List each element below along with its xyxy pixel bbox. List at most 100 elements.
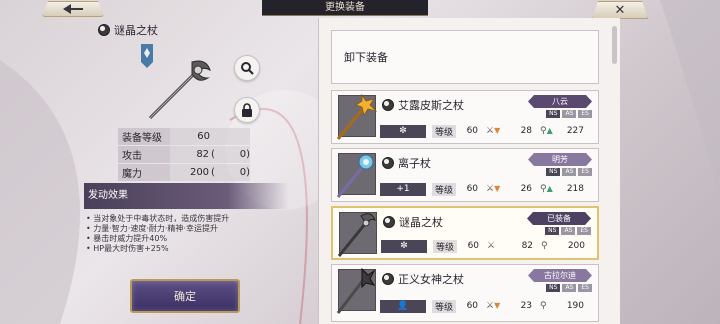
trend-up-icon: ▲ (546, 126, 553, 135)
nasles-indicators: NS AS ES (545, 227, 591, 235)
level-label: 等级 (432, 182, 457, 196)
effect-line: • 力量·智力·速度·耐力·精神·幸运提升 (86, 224, 218, 233)
slot-indicator: +1 (380, 182, 426, 196)
confirm-button[interactable]: 确定 (130, 279, 240, 313)
ns-indicator: NS (546, 110, 561, 118)
nasles-indicators: NS AS ES (546, 110, 592, 118)
stat-row-magic: 魔力 200 ( 0) (118, 164, 250, 181)
level-label: 等级 (432, 124, 457, 138)
level-label: 等级 (432, 299, 457, 313)
item-name-row: 离子杖 (382, 155, 431, 171)
es-indicator: ES (578, 110, 592, 118)
attack-icon: ⚔▼ (486, 126, 501, 136)
attack-icon: ⚔▼ (486, 184, 501, 194)
magnifier-icon (241, 62, 254, 75)
back-button[interactable] (42, 1, 104, 17)
zoom-button[interactable] (234, 55, 260, 81)
attack-value: 28 (520, 126, 533, 136)
magic-value: 218 (566, 184, 585, 194)
item-name: 谜晶之杖 (399, 216, 443, 229)
weapon-type-icon (98, 24, 110, 36)
close-button[interactable]: ✕ (592, 1, 648, 19)
item-stats-row: +1 等级 60 ⚔▼ 26 ⚲▲ 218 (380, 182, 592, 196)
stat-paren: ( (211, 167, 215, 178)
equipment-card[interactable]: 离子杖 明芳 NS AS ES +1 等级 60 ⚔▼ 26 ⚲▲ 218 (331, 148, 599, 202)
attack-icon: ⚔▼ (486, 301, 501, 311)
stat-label: 装备等级 (118, 128, 170, 145)
magic-icon: ⚲ (541, 241, 548, 251)
weapon-type-icon (382, 273, 394, 285)
equipped-badge: 已装备 (527, 212, 591, 225)
item-name: 正义女神之杖 (398, 273, 464, 286)
effect-line: • 暴击时威力提升40% (86, 234, 168, 243)
magic-value: 227 (566, 126, 585, 136)
stat-label: 攻击 (118, 146, 170, 163)
as-indicator: AS (562, 168, 577, 176)
ns-indicator: NS (546, 168, 561, 176)
item-stats-row: ✼ 等级 60 ⚔ 82 ⚲ 200 (381, 239, 591, 253)
attack-value: 26 (520, 184, 533, 194)
list-scrollbar[interactable] (612, 26, 617, 64)
attack-value: 82 (521, 241, 534, 251)
es-indicator: ES (578, 168, 592, 176)
stat-row-attack: 攻击 82 ( 0) (118, 146, 250, 163)
trend-down-icon: ▼ (494, 184, 501, 193)
as-indicator: AS (562, 284, 577, 292)
item-name: 艾露皮斯之杖 (398, 99, 464, 112)
staff-gold-icon (336, 93, 378, 140)
unequip-button[interactable]: 卸下装备 (331, 30, 599, 84)
level-value: 60 (466, 184, 479, 194)
magic-icon: ⚲▲ (540, 184, 553, 194)
stat-value: 60 (197, 131, 210, 142)
item-name-row: 正义女神之杖 (382, 271, 464, 287)
slot-indicator: ✼ (380, 124, 426, 138)
effect-line: • HP最大时伤害+25% (86, 244, 169, 253)
ns-indicator: NS (545, 227, 560, 235)
weapon-image (148, 60, 211, 120)
lock-icon (242, 103, 252, 117)
attack-icon: ⚔ (487, 241, 496, 251)
as-indicator: AS (561, 227, 576, 235)
stat-bonus: 0) (239, 149, 250, 160)
equipment-card-equipped[interactable]: 谜晶之杖 已装备 NS AS ES ✼ 等级 60 ⚔ 82 ⚲ 200 (331, 206, 599, 260)
stat-label: 魔力 (118, 164, 170, 181)
trend-down-icon: ▼ (494, 301, 501, 310)
weapon-type-icon (382, 157, 394, 169)
slot-indicator: 👤 (380, 299, 426, 313)
page-title: 更换装备 (262, 0, 428, 16)
magic-value: 190 (566, 301, 585, 311)
item-name-row: 艾露皮斯之杖 (382, 97, 464, 113)
effect-line: • 当对象处于中毒状态时，造成伤害提升 (86, 214, 230, 223)
level-label: 等级 (433, 239, 458, 253)
stat-bonus: 0) (239, 167, 250, 178)
equipment-card[interactable]: 正义女神之杖 古拉尔迪 NS AS ES 👤 等级 60 ⚔▼ 23 ⚲ 190 (331, 264, 599, 322)
es-indicator: ES (578, 284, 592, 292)
close-icon: ✕ (614, 2, 626, 18)
es-indicator: ES (577, 227, 591, 235)
owner-badge: 八云 (528, 95, 592, 108)
nasles-indicators: NS AS ES (546, 168, 592, 176)
level-value: 60 (466, 126, 479, 136)
item-title: 谜晶之杖 (98, 22, 158, 38)
arrow-left-icon (63, 4, 83, 14)
weapon-type-icon (383, 216, 395, 228)
item-stats-row: ✼ 等级 60 ⚔▼ 28 ⚲▲ 227 (380, 124, 592, 138)
trend-down-icon: ▼ (494, 126, 501, 135)
slot-indicator: ✼ (381, 239, 427, 253)
level-value: 60 (467, 241, 480, 251)
as-indicator: AS (562, 110, 577, 118)
stat-value: 82 (196, 149, 210, 160)
magic-icon: ⚲ (540, 301, 547, 311)
lock-button[interactable] (234, 97, 260, 123)
ns-indicator: NS (546, 284, 561, 292)
stat-paren: ( (211, 149, 215, 160)
owner-badge: 明芳 (528, 153, 592, 166)
equipment-card[interactable]: 艾露皮斯之杖 八云 NS AS ES ✼ 等级 60 ⚔▼ 28 ⚲▲ 227 (331, 90, 599, 144)
staff-justice-icon (336, 267, 376, 314)
effect-list: • 当对象处于中毒状态时，造成伤害提升 • 力量·智力·速度·耐力·精神·幸运提… (86, 214, 286, 254)
trend-up-icon: ▲ (546, 184, 553, 193)
attack-value: 23 (520, 301, 533, 311)
item-stats-row: 👤 等级 60 ⚔▼ 23 ⚲ 190 (380, 299, 592, 313)
level-value: 60 (466, 301, 479, 311)
item-name: 离子杖 (398, 157, 431, 170)
